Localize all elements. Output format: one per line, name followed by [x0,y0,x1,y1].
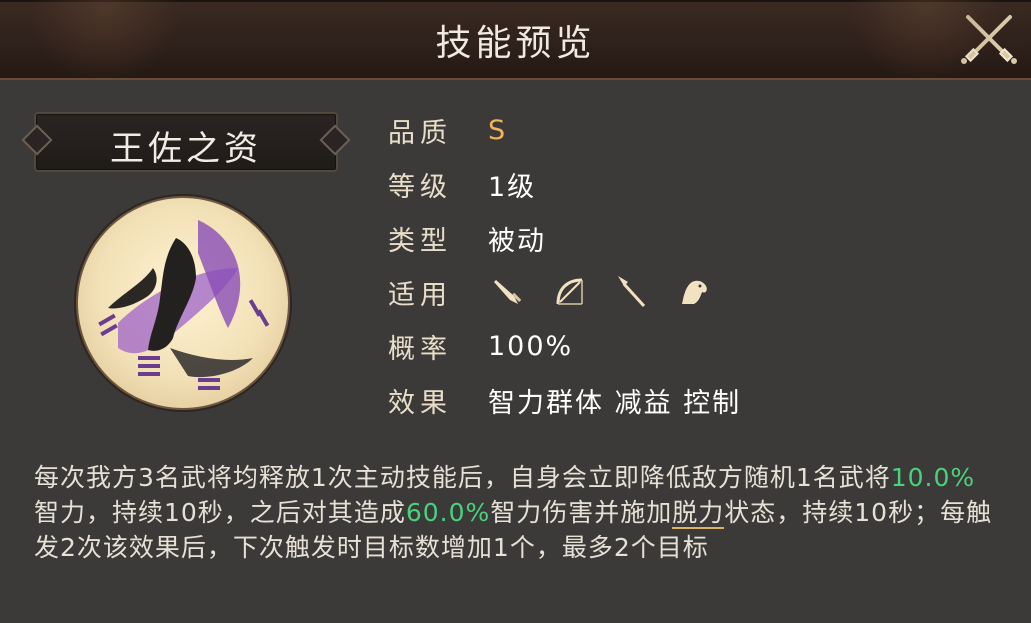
applicable-label: 适用 [388,279,452,311]
spear-icon [618,276,646,308]
skill-illustration-icon [98,220,270,390]
skill-name: 王佐之资 [110,129,262,169]
skill-description: 每次我方3名武将均释放1次主动技能后，自身会立即降低敌方随机1名武将10.0% 智… [34,460,999,565]
desc-text-1: 每次我方3名武将均释放1次主动技能后，自身会立即降低敌方随机1名武将 [34,463,891,492]
chance-label: 概率 [388,333,452,365]
row-chance: 概率 100% [388,326,573,366]
crossed-swords-close-icon [961,15,1017,64]
row-effect: 效果 智力群体 减益 控制 [388,380,741,420]
effect-value: 智力群体 减益 控制 [488,387,742,419]
level-value: 1级 [488,171,537,203]
desc-text-3: 智力伤害并施加 [490,498,673,527]
skill-portrait [78,198,288,408]
row-type: 类型 被动 [388,218,546,258]
status-link[interactable]: 脱力 [672,498,725,529]
close-button[interactable] [960,11,1018,65]
level-label: 等级 [388,171,452,203]
type-value: 被动 [488,225,546,257]
type-label: 类型 [388,225,452,257]
chance-value: 100% [488,330,574,362]
skill-name-plaque: 王佐之资 [34,112,338,172]
desc-value-1: 10.0% [890,463,976,492]
desc-text-2: 智力，持续10秒，之后对其造成 [34,498,406,527]
sword-icon [494,280,522,304]
quality-label: 品质 [388,117,452,149]
page-title: 技能预览 [435,23,596,64]
title-bar: 技能预览 [0,0,1031,80]
quality-value: S [488,114,508,146]
desc-value-2: 60.0% [405,498,491,527]
row-quality: 品质 S [388,110,507,150]
horse-icon [682,280,707,304]
applicable-units [490,274,712,310]
effect-label: 效果 [388,387,452,419]
bow-icon [556,278,583,305]
row-level: 等级 1级 [388,164,536,204]
row-applicable: 适用 [388,272,712,312]
